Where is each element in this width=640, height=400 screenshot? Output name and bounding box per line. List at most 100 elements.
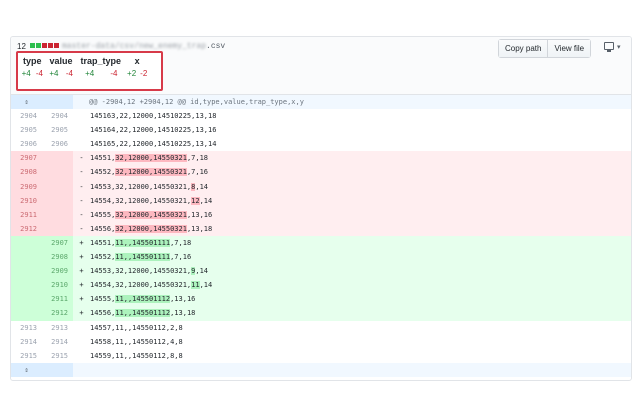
old-line-number [11, 250, 42, 265]
new-line-number[interactable]: 2904 [42, 109, 73, 123]
unchanged-segment: ,14 [195, 267, 209, 276]
added-line: 2910 +14554,32,12000,14550321,11,14 [11, 278, 631, 293]
monitor-icon[interactable] [604, 42, 614, 52]
line-sign [73, 137, 90, 151]
old-line-number[interactable]: 2914 [11, 335, 42, 349]
added-line: 2908 +14552,11,,145501111,7,16 [11, 250, 631, 265]
line-code: 145164,22,12000,14510225,13,16 [90, 126, 217, 135]
line-code: 14558,11,,14550112,4,8 [90, 337, 183, 346]
changed-segment: 32,12000,14550321 [115, 210, 187, 219]
unchanged-segment: ,7,18 [186, 154, 209, 163]
new-line-number[interactable]: 2909 [42, 264, 73, 279]
deleted-line: 2912 -14556,32,12000,14550321,13,18 [11, 221, 631, 236]
line-code: 14552,11,,145501111,7,16 [90, 250, 631, 265]
context-line: 2913 2913 14557,11,,14550112,2,8 [11, 321, 631, 335]
line-code: 14554,32,12000,14550321,12,14 [90, 193, 631, 208]
summary-type-removed: -4 [35, 69, 43, 78]
unchanged-segment: ,14 [199, 281, 213, 290]
changed-segment: 11,,145501111 [115, 238, 171, 247]
line-sign [73, 349, 90, 363]
file-path[interactable]: master-data/csv/new_enemy_trap.csv [62, 42, 225, 51]
unchanged-segment: ,7,16 [170, 253, 192, 262]
copy-path-button[interactable]: Copy path [499, 40, 548, 57]
line-code: 14553,32,12000,14550321,9,14 [90, 264, 631, 279]
old-line-number[interactable]: 2911 [11, 207, 42, 222]
changed-segment: 11 [191, 281, 200, 290]
new-line-number[interactable]: 2908 [42, 250, 73, 265]
summary-header-trap-type: trap_type [80, 56, 122, 66]
old-line-number[interactable]: 2910 [11, 193, 42, 208]
line-code: 14559,11,,14550112,8,8 [90, 351, 183, 360]
old-line-number[interactable]: 2913 [11, 321, 42, 335]
old-line-number [11, 306, 42, 321]
new-line-number[interactable]: 2914 [42, 335, 73, 349]
unchanged-segment: ,7,16 [186, 168, 209, 177]
line-code: 14556,32,12000,14550321,13,18 [90, 221, 631, 236]
hunk-header-text: @@ -2904,12 +2904,12 @@ id,type,value,tr… [73, 95, 631, 110]
summary-header-type: type [23, 56, 42, 66]
new-line-number[interactable]: 2907 [42, 235, 73, 251]
old-line-number [11, 264, 42, 279]
diffstat-bar [30, 43, 59, 48]
hunk-footer-row: ⇕ [11, 362, 631, 377]
old-line-number[interactable]: 2905 [11, 123, 42, 137]
new-line-number[interactable]: 2905 [42, 123, 73, 137]
old-line-number[interactable]: 2906 [11, 137, 42, 151]
unchanged-segment: ,13,16 [170, 295, 196, 304]
old-line-number[interactable]: 2904 [11, 109, 42, 123]
changed-segment: 32,12000,14550321 [115, 154, 187, 163]
added-line: 2911 +14555,11,,145501112,13,16 [11, 292, 631, 307]
new-line-number [42, 165, 73, 180]
new-line-number[interactable]: 2906 [42, 137, 73, 151]
hunk-header-row: ⇕ @@ -2904,12 +2904,12 @@ id,type,value,… [11, 95, 631, 110]
unchanged-segment: 14551, [90, 154, 116, 163]
diffstat-block [30, 43, 35, 48]
line-code: 14553,32,12000,14550321,8,14 [90, 179, 631, 194]
context-line: 2905 2905 145164,22,12000,14510225,13,16 [11, 123, 631, 137]
unchanged-segment: ,13,18 [186, 224, 213, 233]
unchanged-segment: ,14 [199, 196, 213, 205]
unchanged-segment: 14554,32,12000,14550321, [90, 196, 192, 205]
line-sign: + [73, 278, 90, 293]
old-line-number[interactable]: 2909 [11, 179, 42, 194]
added-line: 2909 +14553,32,12000,14550321,9,14 [11, 264, 631, 279]
line-code: 14551,32,12000,14550321,7,18 [90, 151, 631, 166]
old-line-number[interactable]: 2912 [11, 221, 42, 236]
changed-segment: 11,,145501112 [115, 295, 171, 304]
expand-up-icon[interactable]: ⇕ [11, 95, 42, 110]
old-line-number [11, 278, 42, 293]
line-sign [73, 123, 90, 137]
old-line-number[interactable]: 2908 [11, 165, 42, 180]
changed-segment: 11,,145501111 [115, 253, 171, 262]
new-line-number[interactable]: 2911 [42, 292, 73, 307]
unchanged-segment: 14553,32,12000,14550321, [90, 182, 192, 191]
diffstat-count: 12 [17, 42, 26, 51]
summary-type-added: +4 [21, 69, 31, 78]
new-line-number[interactable]: 2913 [42, 321, 73, 335]
summary-header-value: value [49, 56, 73, 66]
unchanged-segment: 14552, [90, 253, 116, 262]
line-code: 145163,22,12000,14510225,13,18 [90, 112, 217, 121]
line-code: 14551,11,,145501111,7,18 [90, 235, 631, 251]
line-sign: + [73, 235, 90, 251]
expand-down-icon[interactable]: ⇕ [11, 362, 42, 377]
view-file-button[interactable]: View file [547, 40, 591, 57]
summary-value-removed: -4 [65, 69, 73, 78]
summary-value-added: +4 [49, 69, 59, 78]
unchanged-segment: ,13,18 [170, 309, 196, 318]
old-line-number[interactable]: 2907 [11, 151, 42, 166]
diffstat-block [36, 43, 41, 48]
caret-down-icon[interactable]: ▾ [617, 43, 621, 51]
line-sign: - [73, 165, 90, 180]
line-sign: - [73, 221, 90, 236]
new-line-number[interactable]: 2912 [42, 306, 73, 321]
new-line-number[interactable]: 2910 [42, 278, 73, 293]
changed-segment: 32,12000,14550321 [115, 168, 187, 177]
new-line-number[interactable]: 2915 [42, 349, 73, 363]
line-sign: + [73, 306, 90, 321]
changed-segment: 12 [191, 196, 200, 205]
diffstat-block [48, 43, 53, 48]
unchanged-segment: ,13,16 [186, 210, 213, 219]
old-line-number[interactable]: 2915 [11, 349, 42, 363]
line-sign: - [73, 193, 90, 208]
